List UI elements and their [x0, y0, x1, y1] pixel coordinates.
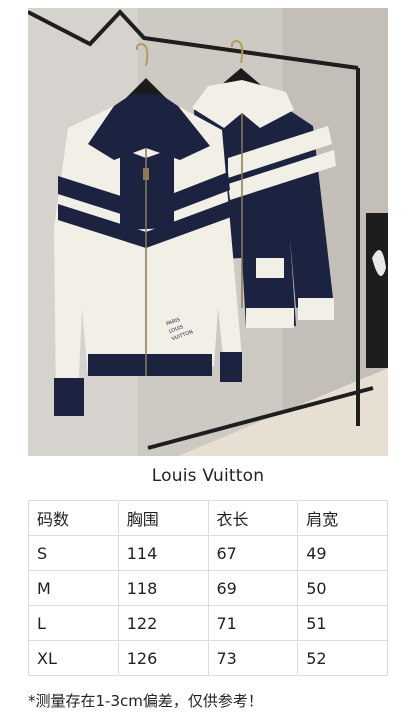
cell-length: 67 — [207, 535, 299, 571]
cell-length: 69 — [207, 570, 299, 606]
mirror-frame — [366, 213, 388, 368]
brand-title: Louis Vuitton — [151, 466, 265, 486]
product-photo: PARIS LOUIS VUITTON — [28, 8, 388, 456]
table-row: XL 126 73 52 — [28, 640, 388, 676]
table-row: S 114 67 49 — [28, 535, 388, 571]
cell-shoulder: 51 — [297, 605, 388, 641]
jacket-illustration: PARIS LOUIS VUITTON — [28, 8, 388, 456]
cell-chest: 114 — [117, 535, 209, 571]
header-shoulder: 肩宽 — [297, 500, 388, 536]
size-chart-table: 码数 胸围 衣长 肩宽 S 114 67 49 M 118 69 50 L 12… — [28, 500, 388, 676]
table-row: L 122 71 51 — [28, 605, 388, 641]
cell-length: 73 — [207, 640, 299, 676]
header-size: 码数 — [28, 500, 119, 536]
cell-chest: 126 — [117, 640, 209, 676]
measurement-note: *测量存在1-3cm偏差，仅供参考！ — [28, 692, 263, 710]
cell-chest: 122 — [117, 605, 209, 641]
cell-size: S — [28, 535, 119, 571]
cell-size: M — [28, 570, 119, 606]
cell-shoulder: 50 — [297, 570, 388, 606]
cell-shoulder: 49 — [297, 535, 388, 571]
table-header-row: 码数 胸围 衣长 肩宽 — [28, 500, 388, 536]
table-row: M 118 69 50 — [28, 570, 388, 606]
cell-chest: 118 — [117, 570, 209, 606]
cell-shoulder: 52 — [297, 640, 388, 676]
header-length: 衣长 — [207, 500, 299, 536]
header-chest: 胸围 — [117, 500, 209, 536]
cell-size: L — [28, 605, 119, 641]
cell-size: XL — [28, 640, 119, 676]
cell-length: 71 — [207, 605, 299, 641]
